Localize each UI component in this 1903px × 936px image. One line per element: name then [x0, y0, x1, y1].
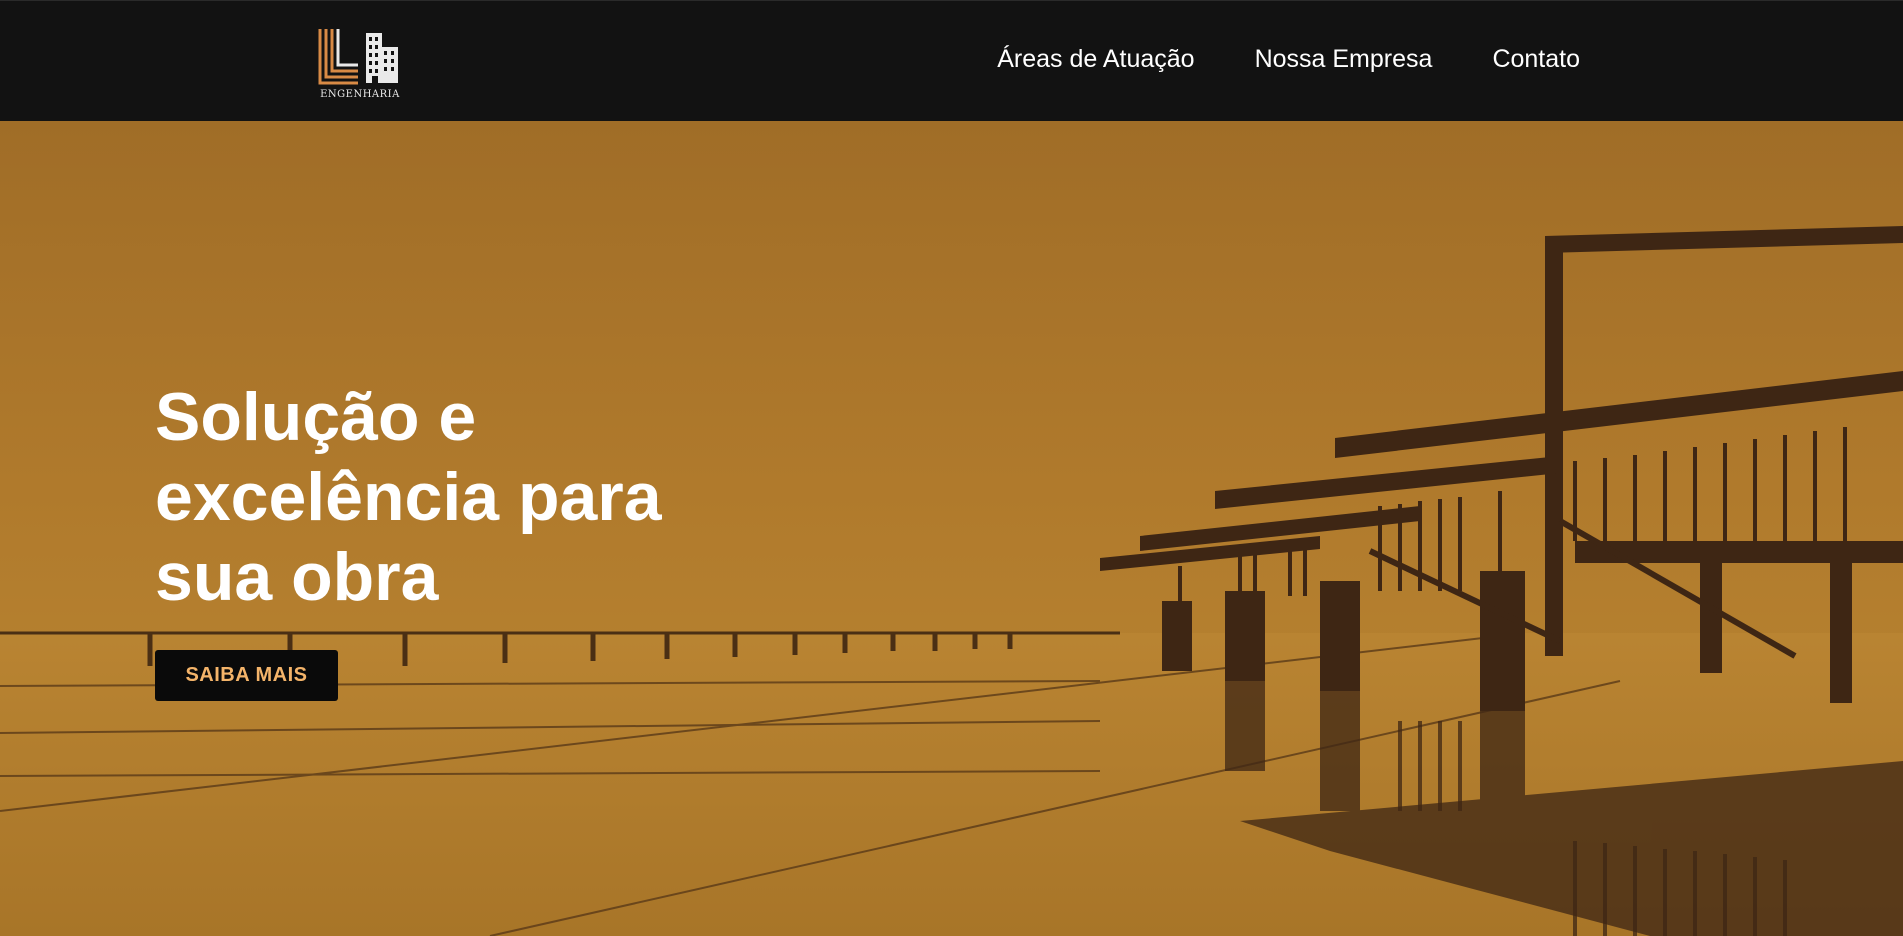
nav-link-contato[interactable]: Contato [1492, 45, 1580, 74]
hero-section: Solução e excelência para sua obra SAIBA… [0, 121, 1903, 936]
nav-link-empresa[interactable]: Nossa Empresa [1255, 45, 1433, 74]
company-logo[interactable]: ENGENHARIA [318, 27, 402, 103]
hero-headline-line-2: excelência para [155, 459, 662, 535]
nav-link-areas[interactable]: Áreas de Atuação [997, 45, 1194, 74]
main-nav: Áreas de Atuação Nossa Empresa Contato [997, 45, 1580, 74]
hero-headline-line-3: sua obra [155, 539, 439, 615]
hero-headline: Solução e excelência para sua obra [155, 377, 755, 617]
site-header: ENGENHARIA Áreas de Atuação Nossa Empres… [0, 0, 1903, 121]
saiba-mais-button[interactable]: SAIBA MAIS [155, 650, 338, 701]
hero-headline-line-1: Solução e [155, 379, 477, 455]
logo-mark-icon [318, 29, 398, 85]
logo-text: ENGENHARIA [320, 89, 400, 100]
